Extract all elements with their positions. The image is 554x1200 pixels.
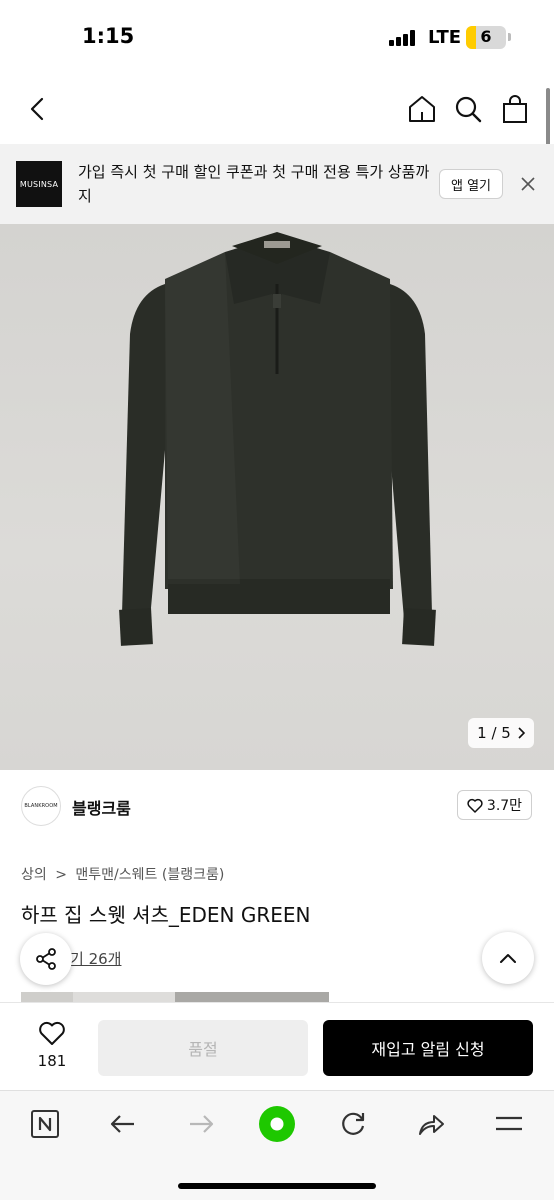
- image-counter-text: 1 / 5: [477, 724, 511, 742]
- network-label: LTE: [428, 27, 462, 48]
- thumbnail-strip[interactable]: [21, 992, 329, 1002]
- restock-alert-button[interactable]: 재입고 알림 신청: [323, 1020, 533, 1076]
- chevron-up-icon: [499, 952, 517, 964]
- breadcrumb-item[interactable]: 맨투맨/스웨트 (블랭크룸): [75, 867, 224, 883]
- musinsa-logo: MUSINSA: [16, 161, 62, 207]
- naver-n-icon[interactable]: [30, 1109, 60, 1139]
- chevron-right-icon: [517, 727, 525, 739]
- status-bar: 1:15 LTE 6: [0, 0, 554, 76]
- refresh-icon[interactable]: [338, 1109, 368, 1139]
- home-indicator: [178, 1183, 376, 1189]
- chevron-left-icon[interactable]: [22, 93, 54, 125]
- status-time: 1:15: [82, 24, 135, 48]
- image-counter[interactable]: 1 / 5: [468, 718, 534, 748]
- green-dot-icon[interactable]: [258, 1105, 296, 1143]
- share-arrow-icon[interactable]: [416, 1109, 446, 1139]
- battery-icon: 6: [466, 26, 506, 49]
- search-icon[interactable]: [452, 93, 484, 125]
- breadcrumb: 상의 > 맨투맨/스웨트 (블랭크룸): [21, 864, 228, 884]
- scroll-top-button[interactable]: [482, 932, 534, 984]
- share-button[interactable]: [20, 933, 72, 985]
- brand-name[interactable]: 블랭크룸: [72, 795, 131, 819]
- product-image[interactable]: [0, 224, 554, 770]
- brand-like-button[interactable]: 3.7만: [457, 790, 532, 820]
- menu-icon[interactable]: [494, 1109, 524, 1139]
- heart-icon: [38, 1020, 66, 1048]
- top-nav: [0, 76, 554, 144]
- app-promo-banner: MUSINSA 가입 즉시 첫 구매 할인 쿠폰과 첫 구매 전용 특가 상품까…: [0, 144, 554, 224]
- wishlist-button[interactable]: [36, 1020, 68, 1048]
- banner-text: 가입 즉시 첫 구매 할인 쿠폰과 첫 구매 전용 특가 상품까지: [78, 163, 430, 205]
- shopping-bag-icon[interactable]: [499, 93, 531, 125]
- product-title: 하프 집 스웻 셔츠_EDEN GREEN: [21, 903, 311, 927]
- forward-arrow-icon[interactable]: [186, 1109, 216, 1139]
- open-app-button[interactable]: 앱 열기: [439, 169, 503, 199]
- breadcrumb-item[interactable]: 상의: [21, 867, 47, 883]
- back-arrow-icon[interactable]: [108, 1109, 138, 1139]
- signal-icon: [389, 30, 417, 46]
- review-link[interactable]: 기 26개: [70, 948, 121, 969]
- brand-logo[interactable]: BLANKROOM: [21, 786, 61, 826]
- share-icon: [34, 947, 58, 971]
- chevron-right-icon: >: [55, 867, 67, 883]
- battery-level: 6: [480, 27, 492, 46]
- home-icon[interactable]: [406, 93, 438, 125]
- wish-count: 181: [37, 1052, 67, 1070]
- brand-like-count: 3.7만: [486, 798, 523, 814]
- soldout-button[interactable]: 품절: [98, 1020, 308, 1076]
- close-icon[interactable]: [518, 174, 538, 194]
- heart-icon: [467, 798, 483, 813]
